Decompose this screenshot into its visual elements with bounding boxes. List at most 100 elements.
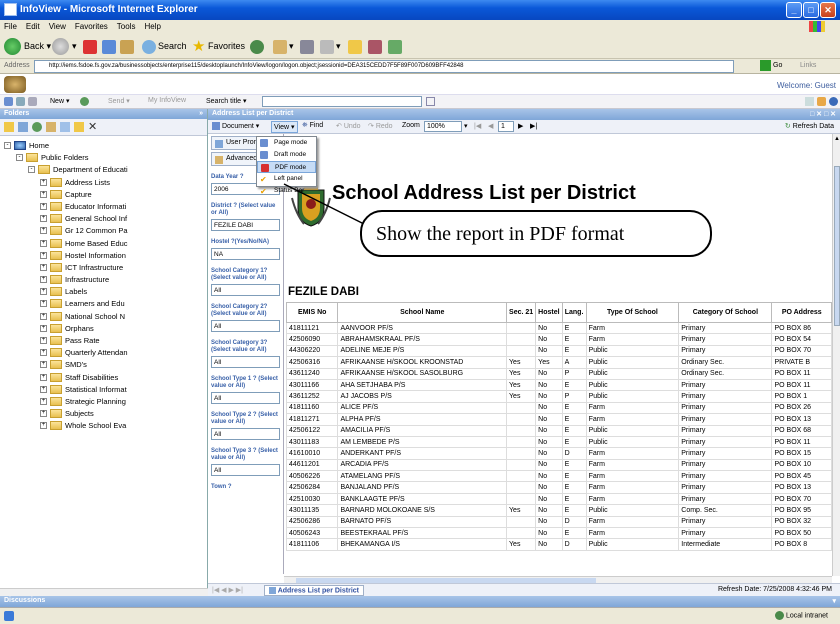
view-menu[interactable]: View ▾ <box>271 121 298 133</box>
tree-hscrollbar[interactable] <box>0 588 208 596</box>
refresh-button[interactable] <box>102 37 118 55</box>
collapse-pane-icon[interactable]: » <box>199 110 203 117</box>
collapse-icon[interactable]: - <box>28 166 35 174</box>
window-controls[interactable]: □ ✕ □ ✕ <box>810 110 836 118</box>
tree-item[interactable]: + SMD's <box>0 358 208 370</box>
forward-button[interactable]: ▾ <box>52 37 77 56</box>
tree-item[interactable]: + ICT Infrastructure <box>0 261 208 273</box>
expand-icon[interactable]: + <box>40 288 47 296</box>
find-button[interactable]: ⛯ Find <box>302 122 323 130</box>
prompt-value-input[interactable]: NA <box>211 248 280 260</box>
expand-icon[interactable]: ▾ <box>832 597 836 605</box>
research-button[interactable] <box>368 37 384 55</box>
tree-item[interactable]: + General School Inf <box>0 212 208 224</box>
tree-item[interactable]: + Gr 12 Common Pa <box>0 224 208 236</box>
expand-icon[interactable]: + <box>40 397 47 405</box>
tree-item[interactable]: + Strategic Planning <box>0 395 208 407</box>
address-input[interactable]: http://iems.fsdoe.fs.gov.za/businessobje… <box>34 60 734 73</box>
tree-item[interactable]: + Home Based Educ <box>0 237 208 249</box>
tree-item[interactable]: + Learners and Edu <box>0 297 208 309</box>
tree-item[interactable]: + Whole School Eva <box>0 419 208 431</box>
prompt-value-input[interactable]: All <box>211 320 280 332</box>
undo-button[interactable]: ↶ Undo <box>336 122 361 130</box>
menu-edit[interactable]: Edit <box>26 22 40 31</box>
prompt-value-input[interactable]: All <box>211 356 280 368</box>
expand-icon[interactable]: + <box>40 215 47 223</box>
menu-favorites[interactable]: Favorites <box>75 22 108 31</box>
edit-button[interactable]: ▾ <box>320 37 341 55</box>
back-button[interactable]: Back ▾ <box>4 37 51 56</box>
collapse-icon[interactable]: - <box>16 154 23 162</box>
search-go-icon[interactable] <box>426 97 435 106</box>
prompt-value-input[interactable]: All <box>211 392 280 404</box>
next-page-button[interactable]: ▶ <box>518 122 523 130</box>
expand-icon[interactable]: + <box>40 385 47 393</box>
tab-nav-arrows[interactable]: |◀ ◀ ▶ ▶| <box>212 586 243 594</box>
refresh-icon[interactable] <box>32 122 42 132</box>
report-vscrollbar[interactable]: ▲ <box>832 134 840 576</box>
paste-icon[interactable] <box>74 122 84 132</box>
expand-icon[interactable]: + <box>40 227 47 235</box>
search-input[interactable] <box>262 96 422 107</box>
expand-icon[interactable]: + <box>40 410 47 418</box>
first-page-button[interactable]: |◀ <box>474 122 481 130</box>
send-button[interactable]: Send ▾ <box>108 97 130 105</box>
print-button[interactable] <box>300 37 316 55</box>
logoff-icon[interactable] <box>829 97 838 106</box>
tab-address-list[interactable]: Address List per District <box>264 585 364 597</box>
view-menu-item-draft-mode[interactable]: Draft mode <box>257 149 316 161</box>
view-menu-item-page-mode[interactable]: Page mode <box>257 137 316 149</box>
prompt-value-input[interactable]: All <box>211 428 280 440</box>
myinfoview-button[interactable]: My InfoView <box>148 97 186 104</box>
links-label[interactable]: Links <box>800 62 816 69</box>
zoom-dropdown[interactable]: ▾ <box>464 122 468 130</box>
document-list-icon[interactable] <box>16 97 25 106</box>
prompt-value-input[interactable]: FEZILE DABI <box>211 219 280 231</box>
document-menu[interactable]: Document ▾ <box>212 122 259 131</box>
search-title-dropdown[interactable]: Search title ▾ <box>206 97 247 105</box>
tree-item[interactable]: + National School N <box>0 310 208 322</box>
page-input[interactable]: 1 <box>498 121 514 132</box>
refresh-data-button[interactable]: ↻ Refresh Data <box>785 122 834 130</box>
discussions-bar[interactable]: Discussions ▾ <box>0 596 840 607</box>
tree-item[interactable]: + Hostel Information <box>0 249 208 261</box>
expand-icon[interactable]: + <box>40 361 47 369</box>
new-button[interactable]: New ▾ <box>50 97 69 105</box>
expand-icon[interactable]: + <box>40 422 47 430</box>
help-icon[interactable] <box>805 97 814 106</box>
messenger-button[interactable] <box>388 37 404 55</box>
previous-page-button[interactable]: ◀ <box>488 122 493 130</box>
expand-icon[interactable]: + <box>40 324 47 332</box>
expand-icon[interactable]: + <box>40 312 47 320</box>
menu-help[interactable]: Help <box>144 22 160 31</box>
prompt-value-input[interactable]: All <box>211 464 280 476</box>
new-folder-icon[interactable] <box>46 122 56 132</box>
history-button[interactable] <box>250 37 266 55</box>
zoom-input[interactable]: 100% <box>424 121 462 132</box>
report-hscrollbar[interactable] <box>284 576 832 583</box>
home-icon[interactable] <box>4 97 13 106</box>
home-button[interactable] <box>120 37 136 55</box>
menu-tools[interactable]: Tools <box>117 22 136 31</box>
expand-icon[interactable]: + <box>40 276 47 284</box>
expand-icon[interactable]: + <box>40 251 47 259</box>
refresh-icon[interactable] <box>80 97 89 106</box>
tree-item[interactable]: + Capture <box>0 188 208 200</box>
tree-item[interactable]: + Quarterly Attendan <box>0 346 208 358</box>
close-button[interactable]: ✕ <box>820 2 836 18</box>
tree-item[interactable]: + Staff Disabilities <box>0 371 208 383</box>
tree-item[interactable]: - Home <box>0 139 208 151</box>
tree-item[interactable]: + Subjects <box>0 407 208 419</box>
menu-view[interactable]: View <box>49 22 66 31</box>
menu-file[interactable]: File <box>4 22 17 31</box>
tree-item[interactable]: + Pass Rate <box>0 334 208 346</box>
delete-icon[interactable]: ✕ <box>88 120 97 133</box>
tree-item[interactable]: + Statistical Informat <box>0 383 208 395</box>
expand-icon[interactable]: + <box>40 178 47 186</box>
maximize-button[interactable]: □ <box>803 2 819 18</box>
view-icon[interactable] <box>28 97 37 106</box>
tree-item[interactable]: + Labels <box>0 285 208 297</box>
expand-icon[interactable]: + <box>40 337 47 344</box>
expand-icon[interactable]: + <box>40 349 47 357</box>
collapse-icon[interactable]: - <box>4 142 11 149</box>
